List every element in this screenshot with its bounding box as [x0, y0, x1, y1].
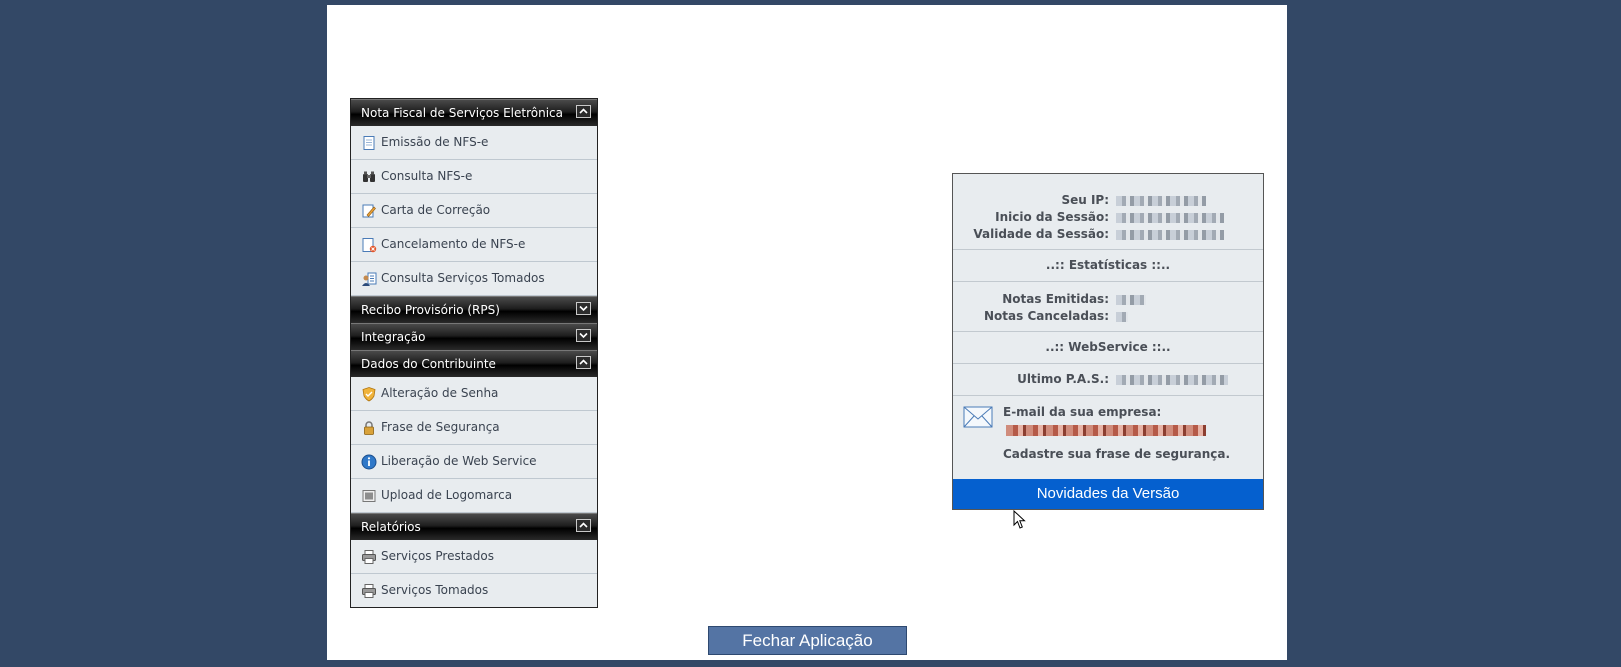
- lock-icon: [361, 420, 377, 436]
- issued-notes-label: Notas Emitidas:: [1002, 292, 1109, 306]
- session-validity-value-redacted: [1116, 229, 1224, 240]
- user-list-icon: [361, 271, 377, 287]
- close-application-button[interactable]: Fechar Aplicação: [708, 626, 907, 655]
- menu-item-label: Serviços Prestados: [381, 549, 494, 563]
- menu-item-label: Emissão de NFS-e: [381, 135, 489, 149]
- shield-icon: [361, 386, 377, 402]
- menu-item-label: Carta de Correção: [381, 203, 491, 217]
- menu-header-relatorios[interactable]: Relatórios: [351, 513, 597, 540]
- menu-item-label: Frase de Segurança: [381, 420, 500, 434]
- menu-item-alteracao-senha[interactable]: Alteração de Senha: [351, 377, 597, 411]
- collapse-icon[interactable]: [576, 519, 591, 532]
- menu-item-servicos-prestados[interactable]: Serviços Prestados: [351, 540, 597, 574]
- email-label: E-mail da sua empresa:: [1003, 405, 1162, 419]
- side-menu: Nota Fiscal de Serviços Eletrônica Emiss…: [350, 98, 598, 608]
- printer-icon: [361, 583, 377, 599]
- session-start-label: Inicio da Sessão:: [995, 210, 1109, 224]
- mouse-cursor-icon: [1013, 509, 1027, 534]
- webservice-title: ..:: WebService ::..: [953, 332, 1263, 364]
- menu-item-servicos-tomados[interactable]: Serviços Tomados: [351, 574, 597, 607]
- edit-document-icon: [361, 203, 377, 219]
- envelope-icon: [963, 406, 993, 431]
- session-start-value-redacted: [1116, 212, 1224, 223]
- menu-header-label: Dados do Contribuinte: [361, 357, 496, 371]
- email-value-redacted: [1006, 425, 1206, 436]
- printer-icon: [361, 549, 377, 565]
- menu-item-label: Consulta Serviços Tomados: [381, 271, 545, 285]
- main-content-area: Nota Fiscal de Serviços Eletrônica Emiss…: [327, 5, 1287, 660]
- menu-item-label: Serviços Tomados: [381, 583, 489, 597]
- menu-header-integracao[interactable]: Integração: [351, 323, 597, 350]
- cancelled-notes-value-redacted: [1116, 311, 1128, 322]
- menu-item-label: Liberação de Web Service: [381, 454, 537, 468]
- version-news-button[interactable]: Novidades da Versão: [953, 479, 1263, 509]
- menu-item-liberacao-web-service[interactable]: Liberação de Web Service: [351, 445, 597, 479]
- menu-header-label: Integração: [361, 330, 426, 344]
- expand-icon[interactable]: [576, 329, 591, 342]
- menu-item-consulta-nfse[interactable]: Consulta NFS-e: [351, 160, 597, 194]
- issued-notes-value-redacted: [1116, 294, 1146, 305]
- webservice-info: Ultimo P.A.S.:: [953, 364, 1263, 396]
- info-icon: [361, 454, 377, 470]
- ip-label: Seu IP:: [1061, 193, 1109, 207]
- security-phrase-hint[interactable]: Cadastre sua frase de segurança.: [1003, 447, 1230, 461]
- menu-header-nfse[interactable]: Nota Fiscal de Serviços Eletrônica: [351, 99, 597, 126]
- session-info-panel: Seu IP: Inicio da Sessão: Validade da Se…: [952, 173, 1264, 510]
- last-pas-label: Ultimo P.A.S.:: [1017, 372, 1109, 386]
- menu-item-consulta-servicos-tomados[interactable]: Consulta Serviços Tomados: [351, 262, 597, 296]
- expand-icon[interactable]: [576, 302, 591, 315]
- document-icon: [361, 135, 377, 151]
- menu-item-label: Consulta NFS-e: [381, 169, 473, 183]
- menu-item-emissao-nfse[interactable]: Emissão de NFS-e: [351, 126, 597, 160]
- binoculars-icon: [361, 169, 377, 185]
- collapse-icon[interactable]: [576, 356, 591, 369]
- menu-item-cancelamento-nfse[interactable]: Cancelamento de NFS-e: [351, 228, 597, 262]
- image-icon: [361, 488, 377, 504]
- ip-value-redacted: [1116, 195, 1206, 206]
- menu-header-rps[interactable]: Recibo Provisório (RPS): [351, 296, 597, 323]
- menu-item-carta-correcao[interactable]: Carta de Correção: [351, 194, 597, 228]
- collapse-icon[interactable]: [576, 105, 591, 118]
- stats-info: Notas Emitidas: Notas Canceladas:: [953, 282, 1263, 332]
- stats-title: ..:: Estatísticas ::..: [953, 250, 1263, 282]
- last-pas-value-redacted: [1116, 374, 1228, 385]
- menu-header-dados-contribuinte[interactable]: Dados do Contribuinte: [351, 350, 597, 377]
- menu-header-label: Recibo Provisório (RPS): [361, 303, 500, 317]
- menu-item-label: Cancelamento de NFS-e: [381, 237, 526, 251]
- menu-item-upload-logomarca[interactable]: Upload de Logomarca: [351, 479, 597, 513]
- cancel-document-icon: [361, 237, 377, 253]
- menu-item-frase-seguranca[interactable]: Frase de Segurança: [351, 411, 597, 445]
- email-section: E-mail da sua empresa: Cadastre sua fras…: [953, 396, 1263, 479]
- cancelled-notes-label: Notas Canceladas:: [984, 309, 1109, 323]
- session-validity-label: Validade da Sessão:: [973, 227, 1109, 241]
- menu-item-label: Alteração de Senha: [381, 386, 499, 400]
- session-info: Seu IP: Inicio da Sessão: Validade da Se…: [953, 174, 1263, 250]
- menu-item-label: Upload de Logomarca: [381, 488, 513, 502]
- menu-header-label: Relatórios: [361, 520, 421, 534]
- page-edge: [1287, 80, 1289, 660]
- menu-header-label: Nota Fiscal de Serviços Eletrônica: [361, 106, 564, 120]
